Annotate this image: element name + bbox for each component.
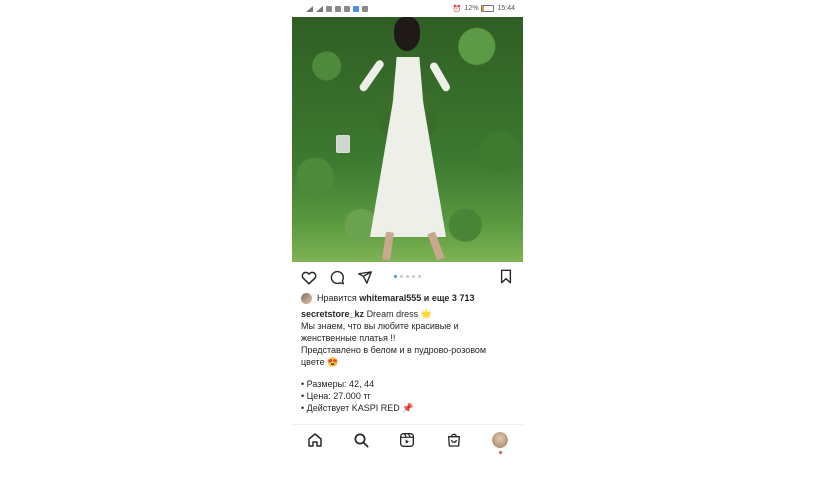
caption: secretstore_kz Dream dress 🌟 Мы знаем, ч… [301,308,514,414]
author-username[interactable]: secretstore_kz [301,309,364,319]
post-content: Нравится whitemaral555 и еще 3 713 secre… [292,292,523,414]
gallery-icon [362,5,368,12]
mail-icon [335,5,341,12]
battery-percent: 12% [464,5,479,12]
photo-handbag [336,135,350,153]
status-bar: ⏰ 12% 15:44 [292,0,523,17]
home-icon[interactable] [307,432,323,448]
carousel-indicator [394,275,421,278]
battery-icon [481,5,495,12]
liker-avatar[interactable] [301,292,312,304]
status-right: ⏰ 12% 15:44 [453,5,515,13]
likes-text: Нравится whitemaral555 и еще 3 713 [317,292,474,304]
photo-model-arm-right [428,61,452,93]
profile-avatar-image [491,432,508,448]
heart-icon[interactable] [301,270,317,285]
caption-line: Представлено в белом и в пудрово-розовом [301,345,487,355]
shop-icon[interactable] [446,432,462,448]
wifi-icon [326,5,332,12]
carousel-dot [412,275,415,278]
phone-screen: ⏰ 12% 15:44 Нравится whitemaral555 и еще… [292,0,523,480]
status-left [306,5,368,12]
caption-line: цвете 😍 [301,357,339,367]
signal-icon-2 [316,5,323,12]
carousel-dot [418,275,421,278]
caption-line: женственные платья !! [301,333,396,343]
alarm-icon: ⏰ [452,5,462,13]
carousel-dot [400,275,403,278]
liker-username[interactable]: whitemaral555 [359,293,421,303]
likes-prefix: Нравится [317,293,357,303]
signal-icon [306,5,313,12]
photo-white-dress [370,57,446,237]
share-icon[interactable] [357,270,373,285]
bottom-navigation [292,424,523,455]
profile-avatar[interactable] [491,432,508,454]
app-notification-icon [353,5,359,12]
photo-model-arm-left [358,58,386,93]
comment-icon[interactable] [329,270,345,285]
reels-icon[interactable] [399,432,415,448]
notification-dot [498,451,502,454]
carousel-dot-active [394,275,397,278]
likes-count[interactable]: и еще 3 713 [424,293,475,303]
carousel-dot [406,275,409,278]
caption-header: secretstore_kz Dream dress 🌟 [301,308,514,320]
clock: 15:44 [497,5,515,12]
caption-title: Dream dress 🌟 [366,309,432,319]
caption-line: • Размеры: 42, 44 [301,379,375,389]
caption-line: • Действует KASPI RED 📌 [301,403,414,413]
photo-model-head [394,17,420,51]
caption-line: Мы знаем, что вы любите красивые и [301,321,459,331]
post-actions [292,262,523,292]
caption-line: • Цена: 27.000 тг [301,391,371,401]
likes-row[interactable]: Нравится whitemaral555 и еще 3 713 [301,292,514,304]
sync-icon [344,5,350,12]
search-icon[interactable] [353,432,369,448]
post-photo[interactable] [292,17,523,262]
bookmark-icon[interactable] [499,269,513,289]
